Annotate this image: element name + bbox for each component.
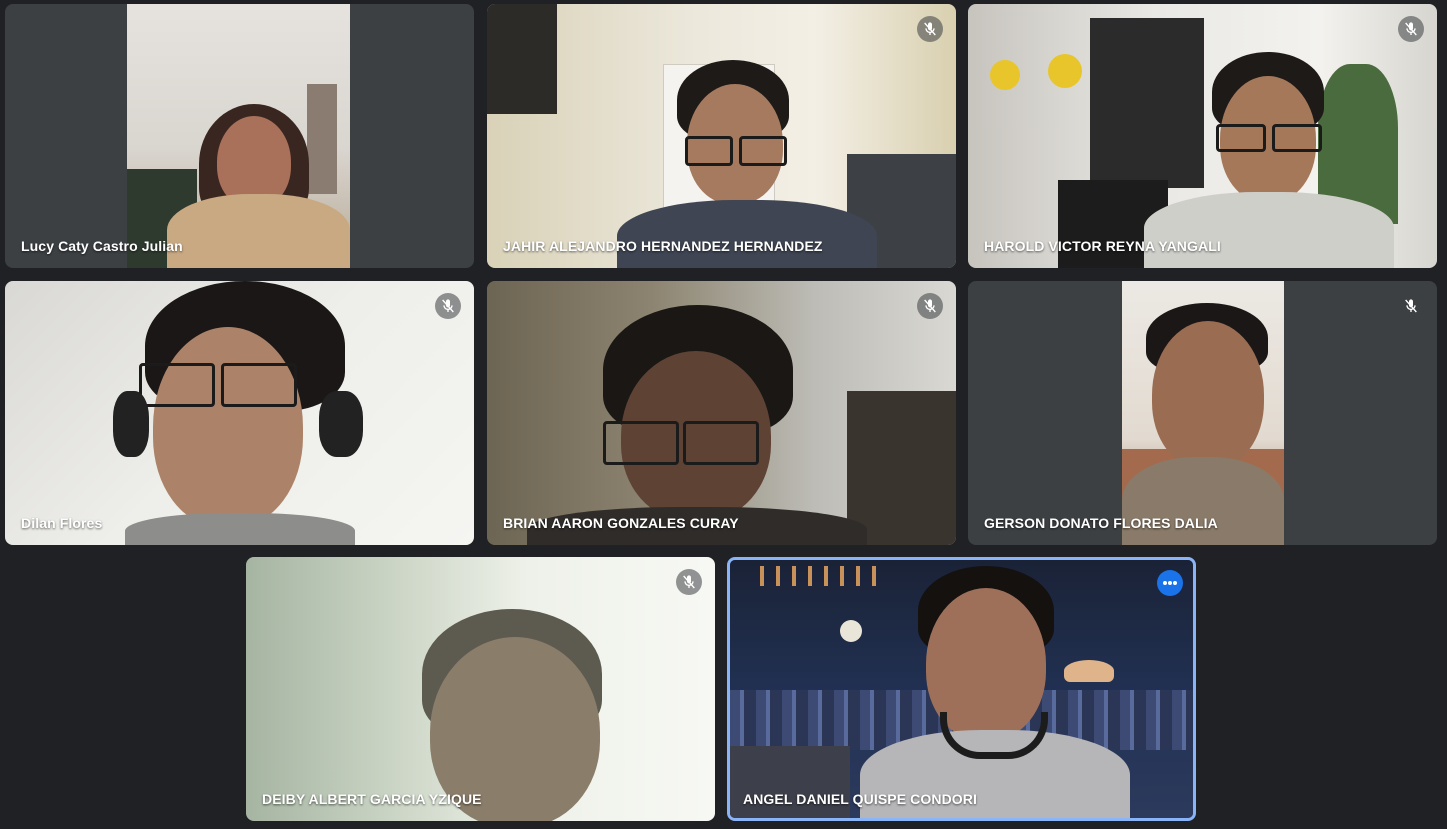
participant-tile[interactable]: Lucy Caty Castro Julian [5, 4, 474, 268]
participant-video [487, 281, 956, 545]
participant-video [246, 557, 715, 821]
participant-video [968, 4, 1437, 268]
participant-tile-active[interactable]: ANGEL DANIEL QUISPE CONDORI [727, 557, 1196, 821]
participant-tile[interactable]: Dilan Flores [5, 281, 474, 545]
mic-muted-indicator [917, 16, 943, 42]
mic-muted-indicator [1398, 293, 1424, 319]
mic-muted-indicator [917, 293, 943, 319]
participant-video [730, 560, 1193, 818]
participant-name: DEIBY ALBERT GARCIA YZIQUE [262, 791, 482, 807]
participant-name: GERSON DONATO FLORES DALIA [984, 515, 1218, 531]
mic-off-icon [683, 575, 695, 589]
participant-video [487, 4, 956, 268]
participant-tile[interactable]: DEIBY ALBERT GARCIA YZIQUE [246, 557, 715, 821]
participant-tile[interactable]: JAHIR ALEJANDRO HERNANDEZ HERNANDEZ [487, 4, 956, 268]
mic-off-icon [924, 22, 936, 36]
more-options-icon [1163, 581, 1177, 585]
participant-name: JAHIR ALEJANDRO HERNANDEZ HERNANDEZ [503, 238, 823, 254]
participant-tile[interactable]: GERSON DONATO FLORES DALIA [968, 281, 1437, 545]
mic-muted-indicator [435, 293, 461, 319]
participant-name: Dilan Flores [21, 515, 103, 531]
participant-tile[interactable]: BRIAN AARON GONZALES CURAY [487, 281, 956, 545]
mic-muted-indicator [1398, 16, 1424, 42]
participant-name: HAROLD VICTOR REYNA YANGALI [984, 238, 1221, 254]
participant-name: Lucy Caty Castro Julian [21, 238, 183, 254]
participant-video [1122, 281, 1284, 545]
participant-video [127, 4, 350, 268]
mic-off-icon [1405, 299, 1417, 313]
mic-muted-indicator [676, 569, 702, 595]
more-options-button[interactable] [1157, 570, 1183, 596]
mic-off-icon [924, 299, 936, 313]
participant-name: BRIAN AARON GONZALES CURAY [503, 515, 739, 531]
participant-name: ANGEL DANIEL QUISPE CONDORI [743, 791, 977, 807]
participant-tile[interactable]: HAROLD VICTOR REYNA YANGALI [968, 4, 1437, 268]
participant-video [5, 281, 474, 545]
mic-off-icon [1405, 22, 1417, 36]
mic-off-icon [442, 299, 454, 313]
